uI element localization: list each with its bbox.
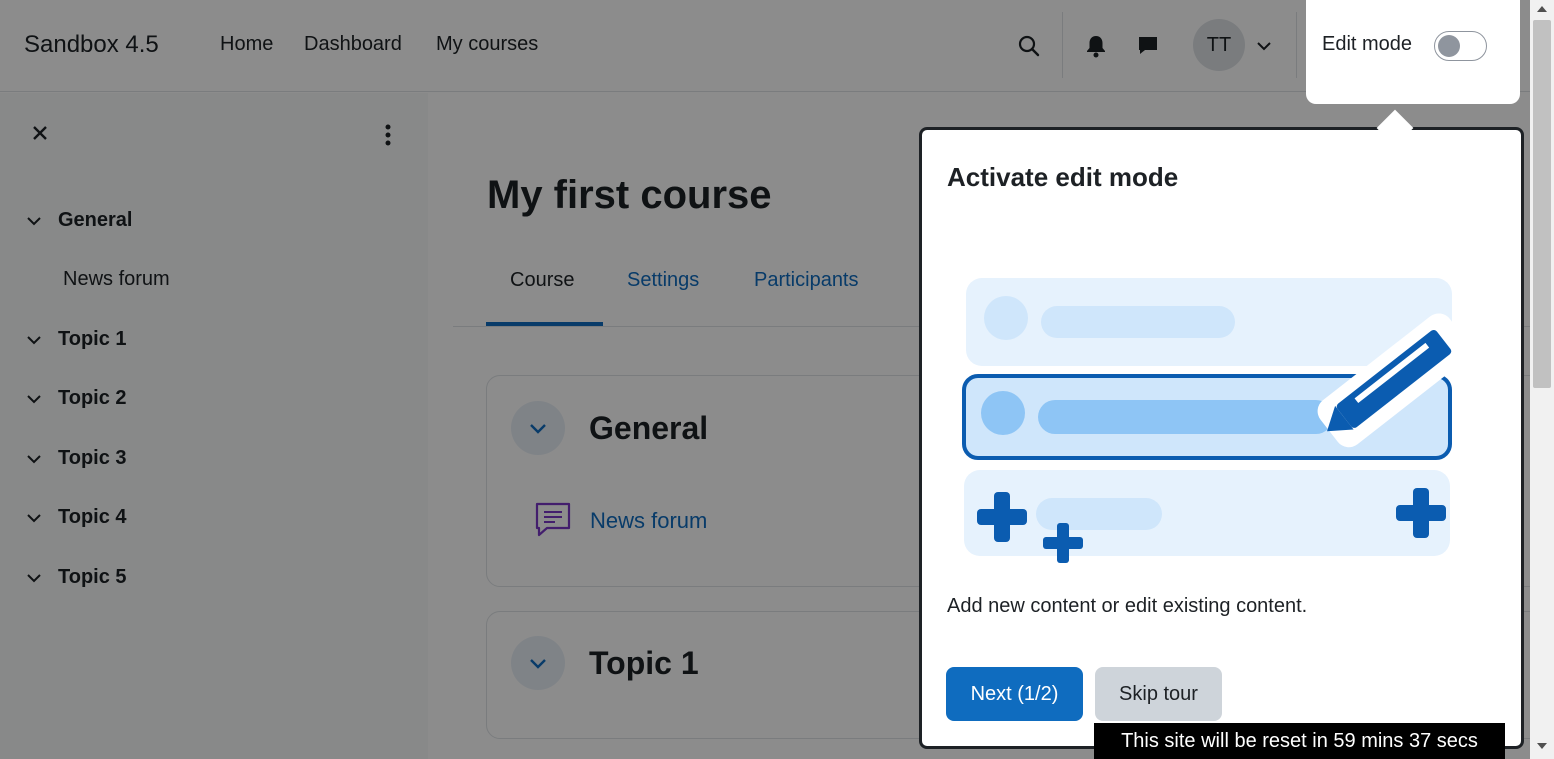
tour-skip-button[interactable]: Skip tour	[1095, 667, 1222, 721]
edit-mode-illustration	[962, 278, 1471, 563]
tour-step-title: Activate edit mode	[947, 162, 1179, 192]
edit-mode-highlight: Edit mode	[1306, 0, 1520, 104]
tour-step-popover: Activate edit mode Add new content or ed…	[919, 109, 1524, 749]
tour-step-body: Add new content or edit existing content…	[947, 595, 1308, 617]
edit-mode-toggle[interactable]	[1434, 31, 1487, 61]
toggle-knob	[1438, 35, 1460, 57]
scroll-up-arrow-icon[interactable]	[1537, 6, 1547, 12]
edit-mode-label: Edit mode	[1322, 33, 1413, 55]
page-scrollbar[interactable]	[1530, 0, 1554, 759]
scroll-thumb[interactable]	[1533, 20, 1551, 388]
tour-next-button[interactable]: Next (1/2)	[946, 667, 1083, 721]
scroll-down-arrow-icon[interactable]	[1537, 743, 1547, 749]
site-reset-notice: This site will be reset in 59 mins 37 se…	[1094, 723, 1505, 759]
